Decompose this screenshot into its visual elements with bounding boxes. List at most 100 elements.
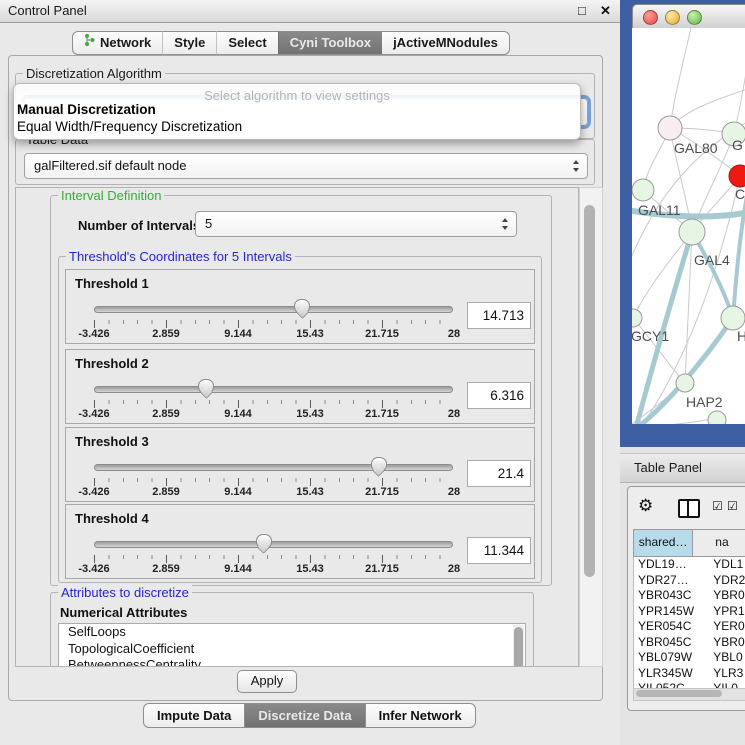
table-horizontal-scrollbar[interactable] [633,688,745,701]
slider-thumb[interactable] [256,534,272,549]
threshold-value-field[interactable]: 11.344 [467,537,531,564]
dropdown-option-equal-width-frequency[interactable]: Equal Width/Frequency Discretization [17,119,242,134]
table-panel: ⚙ ☑ ☑ shared… na YDL19…YDL1YDR27…YDR2YBR… [627,486,745,711]
minimize-traffic-light-icon[interactable] [665,10,680,25]
table-cell[interactable]: YBR043C [634,588,713,604]
slider-thumb[interactable] [294,299,310,314]
tab-discretize-data[interactable]: Discretize Data [245,703,365,728]
table-cell[interactable]: YBL079W [634,650,713,666]
checkbox-icon[interactable]: ☑ [712,499,723,513]
table-cell[interactable]: YER054C [634,619,713,635]
close-window-icon[interactable]: ✕ [600,3,611,19]
table-row[interactable]: YPR145WYPR1 [634,604,745,620]
tick-label: 28 [448,328,460,340]
group-title: Attributes to discretize [58,585,192,600]
column-header-name[interactable]: na [693,530,745,556]
tab-jactivemnodules[interactable]: jActiveMNodules [382,31,510,55]
column-header-shared-name[interactable]: shared… [634,530,693,556]
threshold-label: Threshold 1 [75,276,149,291]
zoom-traffic-light-icon[interactable] [687,10,702,25]
slider-track[interactable] [94,541,453,548]
node-partial-bottom [708,411,726,424]
tab-cyni-toolbox[interactable]: Cyni Toolbox [278,31,382,55]
threshold-slider[interactable] [94,460,453,474]
gear-icon[interactable]: ⚙ [638,496,653,516]
slider-thumb[interactable] [371,457,387,472]
table-row[interactable]: YLR345WYLR3 [634,666,745,682]
table-cell[interactable]: YPR145W [634,604,713,620]
number-of-intervals-combobox[interactable]: 5 [195,211,517,237]
tab-impute-data[interactable]: Impute Data [143,703,245,728]
table-cell[interactable]: YDL1 [713,557,745,573]
network-canvas[interactable]: GAL80 G C GAL11 GAL4 GCY1 H HAP2 [632,28,745,424]
scrollbar-thumb[interactable] [584,205,595,577]
tab-label: jActiveMNodules [393,32,498,54]
table-row[interactable]: YER054CYER0 [634,619,745,635]
list-scrollbar[interactable] [513,625,524,667]
columns-icon[interactable] [678,499,700,518]
slider-thumb[interactable] [198,379,214,394]
threshold-slider[interactable] [94,382,453,396]
table-row[interactable]: YDL19…YDL1 [634,557,745,573]
threshold-1-panel: Threshold 1 -3.4262.8599.14415.4321.7152… [65,269,535,344]
tab-select[interactable]: Select [216,31,277,55]
slider-track[interactable] [94,306,453,313]
group-title: Discretization Algorithm [23,66,165,81]
table-cell[interactable]: YDL19… [634,557,713,573]
table-row[interactable]: YBL079WYBL0 [634,650,745,666]
table-row[interactable]: YIL052CYIL0 [634,681,745,688]
float-window-icon[interactable]: □ [578,3,586,18]
threshold-value-field[interactable]: 21.4 [467,460,531,487]
tab-label: Style [174,32,205,54]
table-cell[interactable]: YPR1 [713,604,745,620]
tick-label: 21.715 [365,486,399,498]
slider-track[interactable] [94,386,453,393]
threshold-slider[interactable] [94,537,453,551]
table-cell[interactable]: YLR3 [713,666,745,682]
table-cell[interactable]: YDR27… [634,573,713,589]
list-item[interactable]: SelfLoops [59,624,525,641]
table-cell[interactable]: YBR0 [713,635,745,651]
combo-arrows-icon [573,160,580,172]
table-cell[interactable]: YIL0 [713,681,745,688]
list-item[interactable]: TopologicalCoefficient [59,641,525,658]
dropdown-option-manual-discretization[interactable]: Manual Discretization [17,102,156,117]
list-item[interactable]: BetweennessCentrality [59,657,525,667]
table-row[interactable]: YDR27…YDR2 [634,573,745,589]
tab-style[interactable]: Style [162,31,216,55]
table-cell[interactable]: YIL052C [634,681,713,688]
checkbox-icon[interactable]: ☑ [727,499,738,513]
table-row[interactable]: YBR043CYBR0 [634,588,745,604]
tab-network[interactable]: Network [72,31,162,55]
table-cell[interactable]: YLR345W [634,666,713,682]
tab-infer-network[interactable]: Infer Network [366,703,476,728]
threshold-slider[interactable] [94,302,453,316]
numerical-attributes-list[interactable]: SelfLoopsTopologicalCoefficientBetweenne… [58,623,526,667]
threshold-label: Threshold 4 [75,511,149,526]
scrollbar-thumb[interactable] [636,690,722,697]
slider-track[interactable] [94,464,453,471]
table-row[interactable]: YBR045CYBR0 [634,635,745,651]
node-label: GCY1 [632,328,669,344]
node-hap2 [676,374,694,392]
group-title: Interval Definition [58,188,164,203]
tick-label: 28 [448,408,460,420]
table-cell[interactable]: YBR045C [634,635,713,651]
table-cell[interactable]: YBR0 [713,588,745,604]
cyni-content-frame: Discretization Algorithm Select algorith… [8,55,603,701]
table-cell[interactable]: YDR2 [713,573,745,589]
node-label: GAL80 [674,140,718,156]
apply-button[interactable]: Apply [237,670,297,693]
node-gal80 [658,116,682,140]
close-traffic-light-icon[interactable] [643,10,658,25]
threshold-value-field[interactable]: 14.713 [467,302,531,329]
table-data-combobox[interactable]: galFiltered.sif default node [24,153,588,179]
numerical-attributes-label: Numerical Attributes [60,605,187,620]
interval-definition-group: Interval Definition Number of Intervals … [50,195,552,586]
settings-vertical-scrollbar[interactable] [579,187,603,667]
threshold-value-field[interactable]: 6.316 [467,382,531,409]
settings-scroll-pane: Interval Definition Number of Intervals … [15,187,579,667]
table-cell[interactable]: YBL0 [713,650,745,666]
table-cell[interactable]: YER0 [713,619,745,635]
group-title: Threshold's Coordinates for 5 Intervals [66,249,295,264]
